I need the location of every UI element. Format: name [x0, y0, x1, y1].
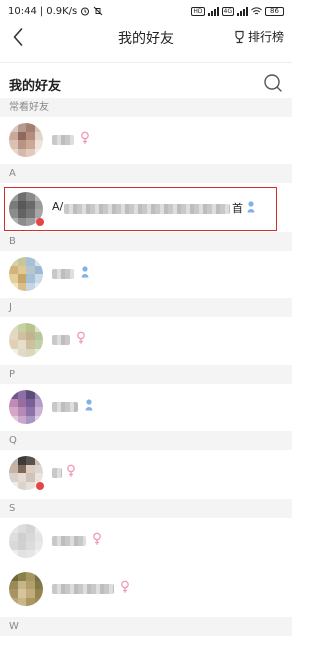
blurred-name: [52, 584, 114, 594]
group-header-b: B: [0, 232, 292, 251]
friend-row[interactable]: [0, 566, 292, 612]
blurred-name: [52, 269, 74, 279]
nav-bar: 我的好友 排行榜: [0, 22, 292, 52]
wifi-icon: [251, 6, 262, 14]
search-icon: [264, 74, 282, 92]
female-icon: [67, 464, 75, 477]
blurred-name: [52, 536, 86, 546]
blurred-name: [52, 335, 70, 345]
group-header-j: J: [0, 298, 292, 317]
female-icon: [93, 532, 101, 545]
hd-tag: HD: [191, 6, 205, 16]
group-header-w: W: [0, 617, 292, 636]
group-header-a: A: [0, 164, 292, 183]
male-icon: [85, 399, 93, 411]
status-separator: |: [39, 5, 44, 17]
trophy-icon: [235, 30, 244, 43]
avatar: [9, 572, 43, 606]
signal-icon: [207, 6, 219, 16]
highlight-frame: [4, 187, 277, 231]
male-icon: [81, 266, 89, 278]
alarm-icon: [81, 7, 90, 16]
status-bar: 10:44 | 0.9K/s HD 4G 86: [0, 0, 292, 22]
blurred-name: [52, 402, 78, 412]
female-icon: [77, 331, 85, 344]
back-button[interactable]: [8, 27, 28, 47]
leaderboard-button[interactable]: 排行榜: [233, 28, 284, 45]
blurred-name: [52, 135, 74, 145]
blurred-name: [52, 468, 62, 478]
signal-icon-2: [237, 6, 248, 16]
friend-row[interactable]: [0, 518, 292, 564]
group-header-q: Q: [0, 431, 292, 450]
section-header: 我的好友: [0, 66, 292, 100]
search-button[interactable]: [262, 72, 284, 94]
group-header-frequent: 常看好友: [0, 98, 292, 117]
avatar: [9, 257, 43, 291]
friend-row[interactable]: [0, 384, 292, 430]
group-header-p: P: [0, 365, 292, 384]
status-badge: [36, 482, 44, 490]
friend-row[interactable]: [0, 117, 292, 163]
friend-row[interactable]: [0, 317, 292, 363]
avatar: [9, 323, 43, 357]
chevron-left-icon: [13, 28, 23, 46]
female-icon: [81, 131, 89, 144]
mute-icon: [93, 6, 103, 16]
avatar: [9, 390, 43, 424]
avatar: [9, 524, 43, 558]
friend-row[interactable]: [0, 450, 292, 496]
group-header-s: S: [0, 499, 292, 518]
friend-row[interactable]: [0, 251, 292, 297]
section-title: 我的好友: [9, 79, 62, 94]
leaderboard-label: 排行榜: [247, 30, 284, 44]
female-icon: [121, 580, 129, 593]
battery-indicator: 86: [265, 6, 284, 16]
status-speed: 0.9K/s: [46, 5, 78, 17]
network-4g-tag: 4G: [221, 6, 234, 16]
avatar: [9, 123, 43, 157]
divider: [0, 62, 292, 63]
status-time: 10:44: [8, 5, 37, 17]
